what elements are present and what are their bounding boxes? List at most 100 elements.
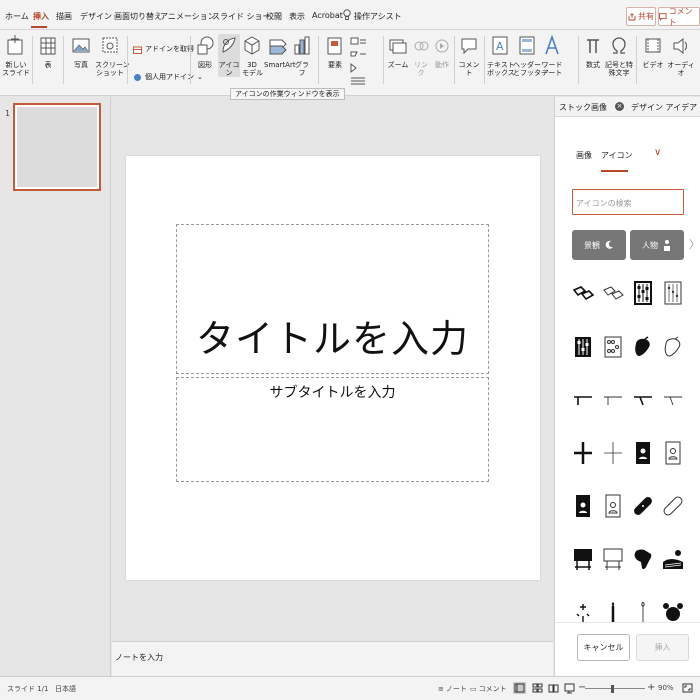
zoom-button[interactable]: ズーム: [387, 34, 409, 69]
photo-button[interactable]: 写真: [69, 34, 93, 69]
billboard-icon[interactable]: [600, 540, 625, 578]
acorn-icon[interactable]: [630, 328, 655, 366]
abacus-icon[interactable]: [630, 274, 655, 312]
acute-angle-icon[interactable]: [570, 381, 595, 419]
acorn-icon[interactable]: [660, 328, 685, 366]
badge-icon[interactable]: [630, 434, 655, 472]
slide-sorter-icon[interactable]: [531, 682, 544, 694]
category-landscape[interactable]: 景観: [572, 230, 626, 260]
comments-button[interactable]: コメント: [658, 7, 700, 27]
link-button[interactable]: リンク: [411, 34, 431, 77]
glasses-3d-icon[interactable]: [600, 274, 625, 312]
arrange-buttons[interactable]: [348, 36, 368, 90]
get-addins-button[interactable]: アドインを取得: [133, 44, 194, 54]
speaker-icon: [673, 37, 687, 55]
cancel-button[interactable]: キャンセル: [577, 634, 630, 661]
elements-button[interactable]: 要素: [323, 34, 347, 69]
chevron-right-icon[interactable]: 〉: [689, 236, 700, 252]
video-icon: [645, 38, 661, 53]
glasses-3d-icon[interactable]: [570, 274, 595, 312]
symbol-button[interactable]: 記号と特殊文字: [604, 34, 634, 77]
slideshow-icon[interactable]: [563, 682, 576, 694]
bandage-icon[interactable]: [630, 487, 655, 525]
wordart-button[interactable]: ワード アート: [541, 34, 563, 77]
3d-models-button[interactable]: 3D モデル: [242, 34, 263, 77]
alarm-icon[interactable]: [660, 593, 685, 622]
subtitle-placeholder[interactable]: サブタイトルを入力: [176, 377, 489, 482]
bandage-icon[interactable]: [660, 487, 685, 525]
slide-thumbnail[interactable]: [13, 103, 101, 191]
slide[interactable]: タイトルを入力 サブタイトルを入力: [126, 156, 540, 580]
agriculture-icon[interactable]: [660, 540, 685, 578]
icon-search-input[interactable]: アイコンの検索: [572, 189, 684, 215]
title-placeholder[interactable]: タイトルを入力: [176, 224, 489, 374]
tab-insert[interactable]: 挿入: [33, 11, 49, 22]
acute-angle-icon[interactable]: [600, 381, 625, 419]
chart-button[interactable]: グラフ: [293, 34, 311, 77]
audio-button[interactable]: オーディオ: [666, 34, 696, 77]
chevron-down-icon[interactable]: ∨: [654, 147, 661, 158]
candle-icon[interactable]: [630, 593, 655, 622]
fit-to-window-icon[interactable]: [681, 682, 694, 694]
tab-design[interactable]: デザイン: [80, 11, 112, 22]
share-button[interactable]: 共有: [626, 7, 656, 26]
new-slide-button[interactable]: 新しい スライド: [2, 34, 30, 77]
sparkle-icon[interactable]: [570, 593, 595, 622]
category-people[interactable]: 人物: [630, 230, 684, 260]
zoom-slider-handle[interactable]: [611, 685, 614, 693]
candle-icon[interactable]: [600, 593, 625, 622]
action-icon: [435, 39, 449, 53]
close-icon[interactable]: ×: [615, 102, 624, 111]
header-footer-button[interactable]: ヘッダー とフッター: [513, 34, 548, 77]
abacus-icon[interactable]: [600, 328, 625, 366]
icons-button[interactable]: アイコン: [218, 34, 240, 77]
tab-tell-me[interactable]: 操作アシスト: [354, 11, 402, 22]
tab-acrobat[interactable]: Acrobat: [312, 11, 343, 20]
africa-icon[interactable]: [630, 540, 655, 578]
ribbon-separator: [383, 36, 384, 84]
obtuse-angle-icon[interactable]: [660, 381, 685, 419]
tab-draw[interactable]: 描画: [56, 11, 72, 22]
subtab-images[interactable]: 画像: [576, 150, 592, 161]
tab-design-ideas[interactable]: デザイン アイデア: [631, 102, 697, 113]
zoom-slider[interactable]: [585, 688, 645, 689]
textbox-button[interactable]: A テキスト ボックス: [487, 34, 515, 77]
badge-icon[interactable]: [600, 487, 625, 525]
plus-icon[interactable]: [570, 434, 595, 472]
comment-insert-button[interactable]: コメント: [457, 34, 481, 77]
tab-home[interactable]: ホーム: [5, 11, 29, 22]
screenshot-button[interactable]: スクリーン ショット: [95, 34, 130, 77]
table-button[interactable]: 表: [37, 34, 59, 69]
subtab-icons[interactable]: アイコン: [601, 150, 633, 161]
action-button[interactable]: 動作: [432, 34, 452, 69]
obtuse-angle-icon[interactable]: [630, 381, 655, 419]
abacus-icon[interactable]: [660, 274, 685, 312]
abacus-icon[interactable]: [570, 328, 595, 366]
zoom-in-icon[interactable]: +: [647, 682, 655, 693]
badge-icon[interactable]: [660, 434, 685, 472]
reading-view-icon[interactable]: [547, 682, 560, 694]
my-addins-button[interactable]: 個人用アドイン ⌄: [133, 72, 203, 82]
video-button[interactable]: ビデオ: [640, 34, 666, 69]
normal-view-icon[interactable]: [513, 682, 526, 694]
badge-icon[interactable]: [570, 487, 595, 525]
language-indicator[interactable]: 日本語: [55, 684, 76, 694]
equation-button[interactable]: 数式: [583, 34, 603, 69]
notes-toggle[interactable]: ≡ ノート: [438, 684, 467, 694]
tab-review[interactable]: 校閲: [266, 11, 282, 22]
tab-slideshow[interactable]: スライド ショー: [212, 11, 271, 22]
zoom-level[interactable]: 90%: [658, 684, 674, 692]
comments-toggle[interactable]: ▭ コメント: [470, 684, 507, 694]
smartart-button[interactable]: SmartArt: [264, 34, 296, 69]
tab-stock-images[interactable]: ストック画像: [559, 102, 607, 113]
slide-thumbnail-pane: 1: [0, 97, 111, 676]
tab-view[interactable]: 表示: [289, 11, 305, 22]
tab-animations[interactable]: アニメーション: [160, 11, 216, 22]
insert-button[interactable]: 挿入: [636, 634, 689, 661]
tab-transitions[interactable]: 画面切り替え: [114, 11, 162, 22]
plus-icon[interactable]: [600, 434, 625, 472]
shapes-button[interactable]: 図形: [194, 34, 216, 69]
billboard-icon[interactable]: [570, 540, 595, 578]
notes-pane[interactable]: ノートを入力: [112, 641, 553, 676]
video-label: ビデオ: [642, 61, 664, 69]
